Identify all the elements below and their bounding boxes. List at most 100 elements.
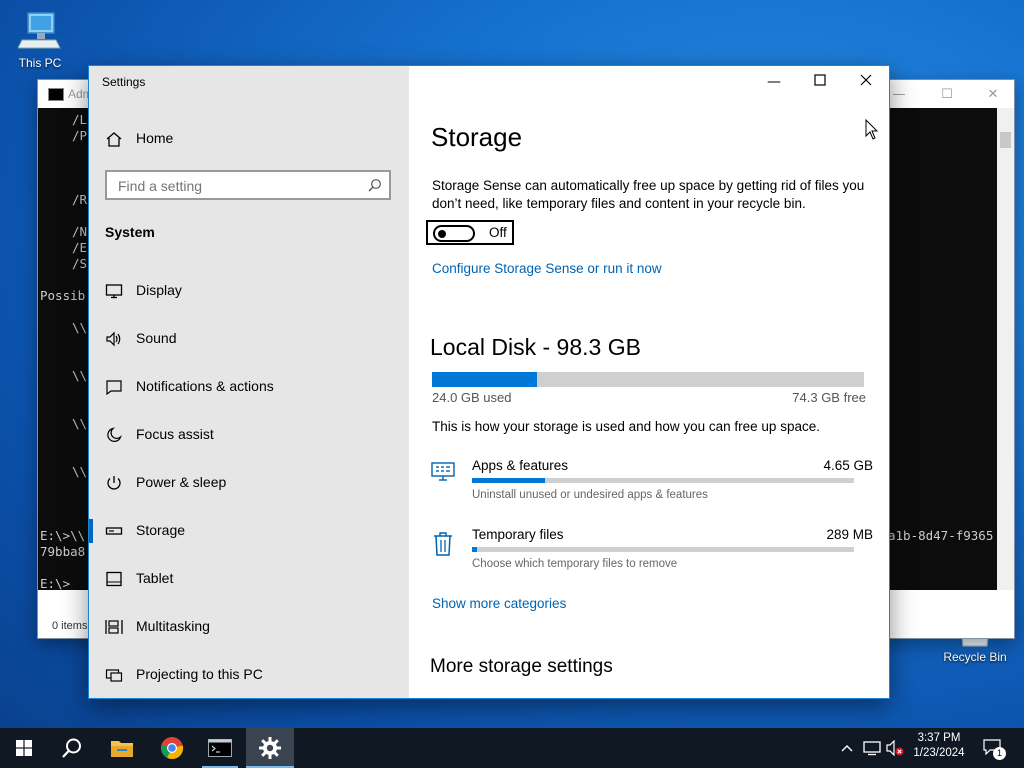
category-temporary-files[interactable]: Temporary files 289 MB Choose which temp… xyxy=(429,527,873,583)
toggle-knob xyxy=(438,230,446,238)
network-icon[interactable] xyxy=(863,740,881,756)
nav-item-label: Sound xyxy=(136,330,177,346)
nav-item-focus-assist[interactable]: Focus assist xyxy=(89,413,409,457)
nav-item-label: Storage xyxy=(136,522,186,538)
console-line: E:\> xyxy=(40,576,71,590)
console-line: /R xyxy=(72,192,88,207)
disk-usage-bar xyxy=(432,372,864,387)
taskbar-chrome[interactable] xyxy=(148,728,196,768)
disk-usage-fill xyxy=(432,372,538,387)
nav-item-display[interactable]: Display xyxy=(89,269,409,313)
nav-item-projecting[interactable]: Projecting to this PC xyxy=(89,653,409,697)
maximize-icon[interactable] xyxy=(797,66,843,98)
search-button[interactable] xyxy=(48,728,96,768)
folder-icon xyxy=(111,741,133,757)
console-scrollbar[interactable] xyxy=(997,108,1014,590)
console-app-icon xyxy=(48,88,64,101)
category-usage-bar xyxy=(472,478,854,483)
local-disk-heading: Local Disk - 98.3 GB xyxy=(430,334,641,360)
console-line: /L xyxy=(72,112,88,127)
window-title: Settings xyxy=(102,75,146,89)
nav-item-label: Display xyxy=(136,282,182,298)
trash-icon xyxy=(434,532,452,556)
console-line: /N xyxy=(72,224,88,239)
category-description: Choose which temporary files to remove xyxy=(472,558,678,570)
nav-item-notifications[interactable]: Notifications & actions xyxy=(89,365,409,409)
nav-home-label: Home xyxy=(136,130,174,146)
toggle-switch[interactable] xyxy=(433,225,475,242)
category-usage-bar xyxy=(472,547,854,552)
console-close-icon[interactable]: ✕ xyxy=(970,84,1016,106)
settings-sidebar: Settings Home System Display Sound Notif… xyxy=(89,66,409,698)
nav-item-label: Power & sleep xyxy=(136,474,227,490)
console-line: \\ xyxy=(72,464,88,479)
chevron-up-icon[interactable] xyxy=(841,744,853,752)
clock-date: 1/23/2024 xyxy=(913,747,965,759)
toggle-state-label: Off xyxy=(489,225,507,240)
nav-item-storage[interactable]: Storage xyxy=(89,509,409,553)
desktop-icon-this-pc[interactable]: This PC xyxy=(2,10,78,70)
show-more-categories-link[interactable]: Show more categories xyxy=(432,596,566,611)
storage-sense-toggle[interactable]: Off xyxy=(426,220,514,245)
disk-used-label: 24.0 GB used xyxy=(432,390,512,405)
storage-sense-description: Storage Sense can automatically free up … xyxy=(432,178,865,211)
nav-item-tablet[interactable]: Tablet xyxy=(89,557,409,601)
nav-item-label: Tablet xyxy=(136,570,174,586)
nav-item-label: Notifications & actions xyxy=(136,378,274,394)
category-name: Temporary files xyxy=(472,527,564,542)
category-name: Apps & features xyxy=(472,458,569,473)
storage-page: — Storage Storage Sense can automaticall… xyxy=(409,66,889,698)
multitasking-icon xyxy=(105,620,123,634)
close-icon[interactable] xyxy=(843,66,889,98)
taskbar: 3:37 PM 1/23/2024 1 xyxy=(0,728,1024,768)
windows-logo-icon xyxy=(16,740,32,756)
action-center-button[interactable]: 1 xyxy=(982,738,1006,760)
storage-icon xyxy=(105,527,123,535)
scrollbar-thumb[interactable] xyxy=(1000,132,1011,148)
console-line: /E xyxy=(72,240,88,255)
nav-section-system: System xyxy=(105,224,155,240)
clock[interactable]: 3:37 PM 1/23/2024 xyxy=(908,732,970,759)
mouse-cursor-icon xyxy=(865,119,879,140)
more-storage-settings-heading: More storage settings xyxy=(430,656,613,677)
category-usage-fill xyxy=(472,547,477,552)
console-line: \\ xyxy=(72,320,88,335)
configure-storage-sense-link[interactable]: Configure Storage Sense or run it now xyxy=(432,261,662,276)
category-usage-fill xyxy=(472,478,545,483)
desktop-icon-label: Recycle Bin xyxy=(943,650,1007,664)
nav-home[interactable]: Home xyxy=(89,117,409,161)
clock-time: 3:37 PM xyxy=(917,732,961,744)
start-button[interactable] xyxy=(0,728,48,768)
category-apps-features[interactable]: Apps & features 4.65 GB Uninstall unused… xyxy=(429,458,873,514)
settings-search[interactable] xyxy=(105,170,391,200)
projecting-icon xyxy=(105,669,123,682)
taskbar-command-prompt[interactable] xyxy=(196,728,244,768)
apps-features-icon xyxy=(431,462,455,481)
category-size: 4.65 GB xyxy=(823,458,873,473)
console-line: \\ xyxy=(72,368,88,383)
sound-icon xyxy=(106,331,121,347)
search-input[interactable] xyxy=(116,176,360,196)
console-line: \\ xyxy=(72,416,88,431)
nav-item-multitasking[interactable]: Multitasking xyxy=(89,605,409,649)
desktop-icon-label: This PC xyxy=(18,56,62,70)
volume-muted-icon[interactable] xyxy=(886,740,904,756)
taskbar-file-explorer[interactable] xyxy=(98,728,146,768)
nav-item-power-sleep[interactable]: Power & sleep xyxy=(89,461,409,505)
disk-free-label: 74.3 GB free xyxy=(792,390,866,405)
console-line: 79bba8 xyxy=(40,544,86,559)
status-bar-items: 0 items xyxy=(52,620,88,632)
nav-item-sound[interactable]: Sound xyxy=(89,317,409,361)
search-icon xyxy=(62,738,81,758)
home-icon xyxy=(106,132,122,147)
minimize-icon[interactable]: — xyxy=(751,66,797,98)
nav-item-label: Focus assist xyxy=(136,426,214,442)
console-maximize-icon[interactable]: ☐ xyxy=(924,84,970,106)
page-title: Storage xyxy=(431,122,523,152)
notifications-icon xyxy=(106,380,122,395)
taskbar-settings[interactable] xyxy=(246,728,294,768)
focus-assist-icon xyxy=(107,427,122,442)
search-icon[interactable] xyxy=(368,178,382,192)
settings-window[interactable]: Settings Home System Display Sound Notif… xyxy=(88,65,890,699)
console-line: /P xyxy=(72,128,88,143)
